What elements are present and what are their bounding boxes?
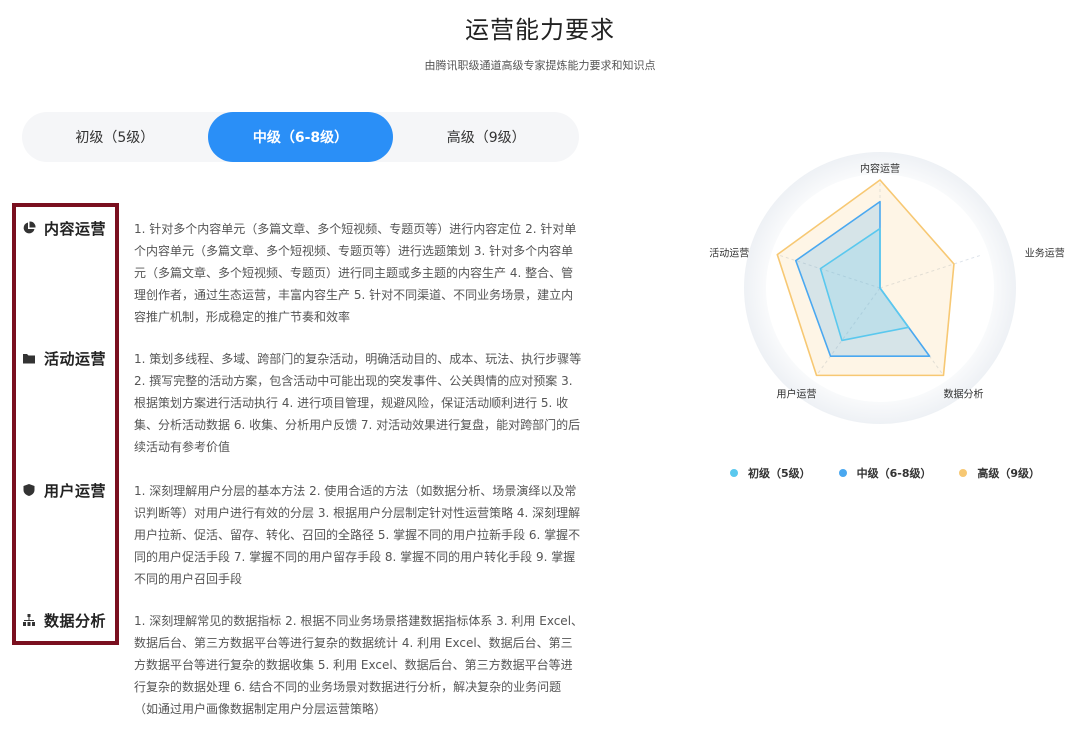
legend-item-senior[interactable]: 高级（9级） — [959, 465, 1040, 481]
page: 运营能力要求 由腾讯职级通道高级专家提炼能力要求和知识点 初级（5级） 中级（6… — [0, 0, 1080, 739]
folder-icon — [22, 351, 36, 365]
radar-axis-label: 内容运营 — [860, 162, 900, 175]
legend-item-junior[interactable]: 初级（5级） — [730, 465, 811, 481]
page-title: 运营能力要求 — [465, 16, 615, 44]
legend-label: 中级（6-8级） — [856, 467, 932, 480]
section-text-activity-ops: 1. 策划多线程、多域、跨部门的复杂活动，明确活动目的、成本、玩法、执行步骤等 … — [134, 352, 582, 454]
section-text-content-ops: 1. 针对多个内容单元（多篇文章、多个短视频、专题页等）进行内容定位 2. 针对… — [134, 222, 577, 324]
legend-label: 初级（5级） — [748, 467, 811, 480]
radar-axis-label: 用户运营 — [777, 387, 817, 400]
section-label: 用户运营 — [44, 481, 107, 500]
legend-dot — [959, 469, 968, 477]
legend-item-intermediate[interactable]: 中级（6-8级） — [838, 465, 932, 481]
tab-intermediate[interactable]: 中级（6-8级） — [207, 112, 394, 162]
section-head-content-ops: 内容运营 — [22, 217, 112, 239]
chart-legend: 初级（5级） 中级（6-8级） 高级（9级） — [730, 465, 1040, 481]
level-tabs: 初级（5级） 中级（6-8级） 高级（9级） — [22, 112, 579, 162]
section-label: 数据分析 — [44, 611, 107, 630]
section-text-user-ops: 1. 深刻理解用户分层的基本方法 2. 使用合适的方法（如数据分析、场景演绎以及… — [134, 484, 581, 586]
section-text-data-analysis: 1. 深刻理解常见的数据指标 2. 根据不同业务场景搭建数据指标体系 3. 利用… — [134, 614, 584, 716]
section-head-user-ops: 用户运营 — [22, 479, 112, 501]
legend-dot — [730, 469, 738, 477]
section-head-data-analysis: 数据分析 — [22, 609, 112, 631]
section-label: 内容运营 — [44, 219, 107, 238]
page-subtitle: 由腾讯职级通道高级专家提炼能力要求和知识点 — [424, 59, 656, 72]
section-head-activity-ops: 活动运营 — [22, 347, 112, 369]
shield-icon — [22, 483, 36, 497]
pie-chart-icon — [22, 221, 36, 235]
radar-axis-label: 数据分析 — [943, 387, 983, 400]
tab-junior[interactable]: 初级（5级） — [22, 112, 208, 162]
org-chart-icon — [22, 613, 36, 627]
radar-axis-label: 业务运营 — [1025, 247, 1065, 260]
section-label: 活动运营 — [44, 349, 107, 368]
radar-chart: 内容运营业务运营数据分析 用户运营 活动运营 — [709, 152, 1065, 424]
highlight-box — [12, 203, 119, 645]
legend-label: 高级（9级） — [977, 467, 1041, 480]
legend-dot — [838, 469, 847, 477]
tab-senior[interactable]: 高级（9级） — [393, 112, 579, 162]
radar-axis-label: 活动运营 — [709, 247, 749, 260]
